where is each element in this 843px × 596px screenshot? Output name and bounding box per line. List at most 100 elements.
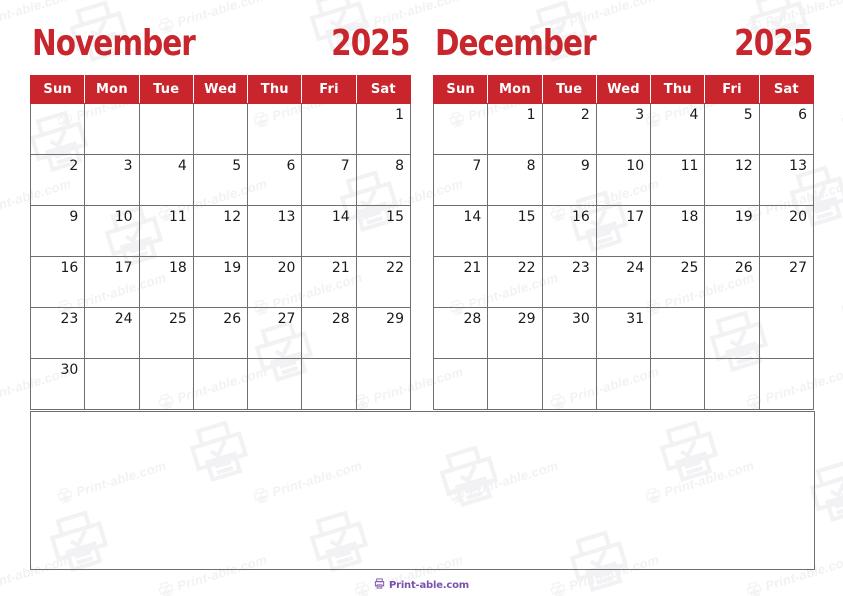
weekday-header-sun: Sun <box>432 75 489 104</box>
calendar-day-cell-empty[interactable] <box>192 358 249 410</box>
calendar-day-cell[interactable]: 28 <box>301 307 357 359</box>
calendar-day-cell[interactable]: 4 <box>138 154 194 206</box>
calendar-day-cell[interactable]: 25 <box>650 256 706 308</box>
weekday-header-fri: Fri <box>704 75 760 104</box>
calendar-day-cell[interactable]: 13 <box>758 154 815 206</box>
calendar-day-cell-empty[interactable] <box>355 358 412 410</box>
calendar-day-cell[interactable]: 8 <box>487 154 543 206</box>
weekday-header-sat: Sat <box>758 75 815 104</box>
calendar-day-cell[interactable]: 6 <box>758 103 815 155</box>
calendar-day-cell[interactable]: 16 <box>29 256 86 308</box>
calendar-day-cell[interactable]: 15 <box>355 205 412 257</box>
calendar-day-cell[interactable]: 9 <box>29 205 86 257</box>
calendar-day-cell[interactable]: 7 <box>432 154 489 206</box>
calendar-week-row: 28 29 30 31 <box>432 307 815 359</box>
calendar-day-cell[interactable]: 23 <box>541 256 597 308</box>
calendar-day-cell[interactable]: 22 <box>487 256 543 308</box>
calendar-day-cell[interactable]: 29 <box>487 307 543 359</box>
calendar-day-cell[interactable]: 18 <box>138 256 194 308</box>
calendar-day-cell[interactable]: 8 <box>355 154 412 206</box>
calendar-body: 1 2 3 4 5 6 7 8 9 10 11 12 13 14 15 16 17 18 19 20 21 22 23 24 2… <box>432 103 815 410</box>
calendar-day-cell[interactable]: 14 <box>301 205 357 257</box>
calendar-day-cell-empty[interactable] <box>301 103 357 155</box>
calendar-week-row: 30 <box>29 358 412 410</box>
calendar-day-cell-empty[interactable] <box>487 358 543 410</box>
calendar-day-cell[interactable]: 23 <box>29 307 86 359</box>
calendar-day-cell[interactable]: 22 <box>355 256 412 308</box>
month-year: 2025 <box>330 23 410 64</box>
calendar-day-cell[interactable]: 5 <box>192 154 249 206</box>
calendar-day-cell-empty[interactable] <box>758 307 815 359</box>
calendar-day-cell[interactable]: 17 <box>84 256 140 308</box>
calendar-day-cell[interactable]: 17 <box>595 205 652 257</box>
calendar-day-cell[interactable]: 12 <box>704 154 760 206</box>
month-block-december: December 2025 Sun Mon Tue Wed Thu Fri Sa… <box>432 24 815 410</box>
calendar-day-cell[interactable]: 10 <box>84 205 140 257</box>
notes-area[interactable] <box>30 411 815 570</box>
calendar-day-cell[interactable]: 31 <box>595 307 652 359</box>
calendar-day-cell[interactable]: 21 <box>432 256 489 308</box>
calendar-day-cell[interactable]: 11 <box>650 154 706 206</box>
calendar-day-cell-empty[interactable] <box>29 103 86 155</box>
calendar-day-cell[interactable]: 27 <box>758 256 815 308</box>
calendar-day-cell-empty[interactable] <box>758 358 815 410</box>
calendar-day-cell[interactable]: 30 <box>29 358 86 410</box>
calendar-day-cell-empty[interactable] <box>247 358 303 410</box>
calendar-day-cell[interactable]: 28 <box>432 307 489 359</box>
calendar-day-cell[interactable]: 30 <box>541 307 597 359</box>
calendar-day-cell[interactable]: 13 <box>247 205 303 257</box>
calendar-day-cell[interactable]: 5 <box>704 103 760 155</box>
calendar-day-cell-empty[interactable] <box>138 358 194 410</box>
calendar-day-cell-empty[interactable] <box>595 358 652 410</box>
calendar-day-cell[interactable]: 21 <box>301 256 357 308</box>
calendar-day-cell[interactable]: 20 <box>247 256 303 308</box>
calendar-week-row: 21 22 23 24 25 26 27 <box>432 256 815 308</box>
calendar-day-cell[interactable]: 19 <box>704 205 760 257</box>
calendar-day-cell-empty[interactable] <box>84 358 140 410</box>
calendar-day-cell[interactable]: 18 <box>650 205 706 257</box>
calendar-day-cell[interactable]: 12 <box>192 205 249 257</box>
calendar-day-cell[interactable]: 9 <box>541 154 597 206</box>
calendar-day-cell[interactable]: 14 <box>432 205 489 257</box>
weekday-header-sat: Sat <box>355 75 412 104</box>
calendar-day-cell-empty[interactable] <box>650 358 706 410</box>
weekday-header-row: Sun Mon Tue Wed Thu Fri Sat <box>29 75 412 104</box>
calendar-day-cell-empty[interactable] <box>301 358 357 410</box>
calendar-day-cell[interactable]: 7 <box>301 154 357 206</box>
calendar-day-cell-empty[interactable] <box>541 358 597 410</box>
calendar-day-cell[interactable]: 6 <box>247 154 303 206</box>
calendar-day-cell-empty[interactable] <box>704 307 760 359</box>
calendar-day-cell[interactable]: 27 <box>247 307 303 359</box>
calendar-day-cell[interactable]: 25 <box>138 307 194 359</box>
calendar-day-cell-empty[interactable] <box>247 103 303 155</box>
calendar-day-cell[interactable]: 3 <box>595 103 652 155</box>
calendar-day-cell[interactable]: 2 <box>29 154 86 206</box>
calendar-day-cell[interactable]: 4 <box>650 103 706 155</box>
calendar-day-cell-empty[interactable] <box>650 307 706 359</box>
calendar-day-cell[interactable]: 29 <box>355 307 412 359</box>
calendar-day-cell-empty[interactable] <box>432 103 489 155</box>
calendar-day-cell[interactable]: 10 <box>595 154 652 206</box>
calendar-day-cell[interactable]: 1 <box>487 103 543 155</box>
weekday-header-row: Sun Mon Tue Wed Thu Fri Sat <box>432 75 815 104</box>
calendar-day-cell[interactable]: 15 <box>487 205 543 257</box>
calendar-day-cell[interactable]: 11 <box>138 205 194 257</box>
calendar-day-cell[interactable]: 20 <box>758 205 815 257</box>
weekday-header-wed: Wed <box>192 75 249 104</box>
calendar-day-cell-empty[interactable] <box>704 358 760 410</box>
calendar-day-cell[interactable]: 19 <box>192 256 249 308</box>
calendar-day-cell[interactable]: 2 <box>541 103 597 155</box>
calendar-day-cell[interactable]: 1 <box>355 103 412 155</box>
calendar-day-cell[interactable]: 3 <box>84 154 140 206</box>
calendar-day-cell-empty[interactable] <box>432 358 489 410</box>
footer-brand[interactable]: Print-able.com <box>0 576 843 594</box>
calendar-day-cell-empty[interactable] <box>138 103 194 155</box>
calendar-day-cell[interactable]: 24 <box>595 256 652 308</box>
calendar-table-november: Sun Mon Tue Wed Thu Fri Sat 1 2 3 4 5 6 7 8 9 10 1… <box>29 75 412 410</box>
calendar-day-cell-empty[interactable] <box>84 103 140 155</box>
calendar-day-cell[interactable]: 16 <box>541 205 597 257</box>
calendar-day-cell-empty[interactable] <box>192 103 249 155</box>
calendar-day-cell[interactable]: 24 <box>84 307 140 359</box>
calendar-day-cell[interactable]: 26 <box>192 307 249 359</box>
calendar-day-cell[interactable]: 26 <box>704 256 760 308</box>
